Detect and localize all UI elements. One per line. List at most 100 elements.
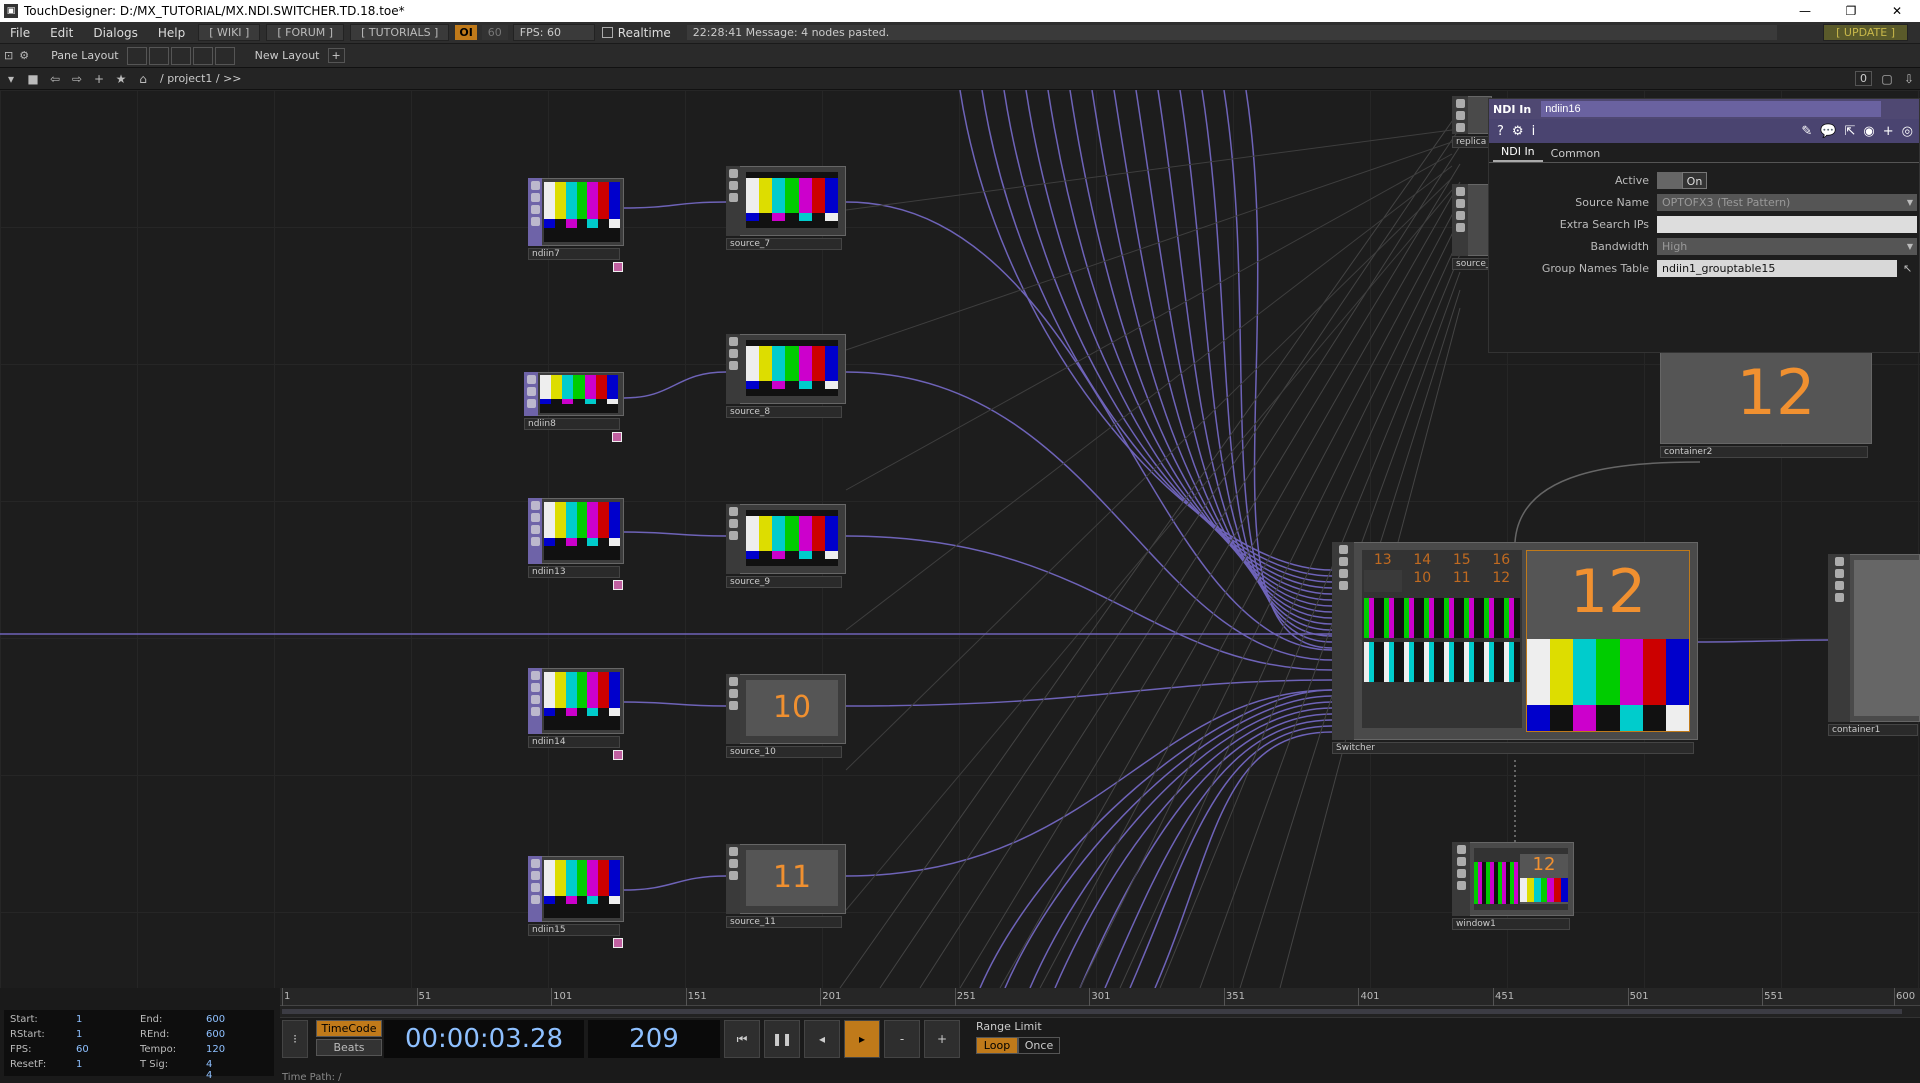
layout-split-vertical-button[interactable] (148, 46, 169, 65)
node-switcher[interactable]: 13 14 15 16 10 11 12 12 Switcher (1332, 542, 1698, 760)
pause-button[interactable]: ❚❚ (764, 1020, 800, 1058)
forward-icon[interactable]: ⇨ (68, 70, 86, 88)
node-source-7[interactable]: source_7 (726, 166, 846, 256)
node-window1[interactable]: 12 window1 (1452, 842, 1574, 932)
menu-help[interactable]: Help (148, 26, 195, 40)
menu-edit[interactable]: Edit (40, 26, 83, 40)
once-button[interactable]: Once (1018, 1037, 1060, 1054)
node-side-icons[interactable] (726, 844, 740, 914)
layout-single-button[interactable] (126, 46, 147, 65)
node-label[interactable]: ndiin7 (528, 248, 620, 260)
frame-display[interactable]: 209 (588, 1020, 720, 1058)
play-button[interactable]: ▸ (844, 1020, 880, 1058)
node-label[interactable]: Switcher (1332, 742, 1694, 754)
node-source-11[interactable]: 11 source_11 (726, 844, 846, 934)
new-layout-add-button[interactable]: + (327, 48, 345, 63)
active-toggle[interactable]: On (1657, 171, 1707, 189)
node-label[interactable]: container2 (1660, 446, 1868, 458)
node-pin-icon[interactable] (613, 580, 623, 590)
network-type-icon[interactable]: ⚙ (19, 49, 29, 62)
node-label[interactable]: ndiin8 (524, 418, 620, 430)
node-side-icons[interactable] (1452, 96, 1468, 134)
node-source-10[interactable]: 10 source_10 (726, 674, 846, 764)
tab-common[interactable]: Common (1543, 145, 1609, 162)
bandwidth-dropdown[interactable]: High (1657, 237, 1917, 255)
increase-button[interactable]: + (924, 1020, 960, 1058)
tab-ndi-in[interactable]: NDI In (1493, 143, 1543, 162)
beats-button[interactable]: Beats (316, 1039, 382, 1056)
node-pin-icon[interactable] (613, 262, 623, 272)
node-source-8[interactable]: source_8 (726, 334, 846, 424)
realtime-checkbox[interactable] (601, 27, 613, 38)
node-ndiin15[interactable]: ndiin15 (528, 856, 624, 986)
comment-icon[interactable]: 💬 (1820, 124, 1836, 139)
back-icon[interactable]: ⇦ (46, 70, 64, 88)
import-icon[interactable]: ⇩ (1900, 70, 1918, 88)
step-back-button[interactable]: ◂ (804, 1020, 840, 1058)
node-source-9[interactable]: source_9 (726, 504, 846, 594)
menu-file[interactable]: File (0, 26, 40, 40)
add-icon[interactable]: + (90, 70, 108, 88)
node-label[interactable]: source_11 (726, 916, 842, 928)
node-ndiin8[interactable]: ndiin8 (524, 372, 624, 482)
node-pin-icon[interactable] (613, 938, 623, 948)
node-side-icons[interactable] (1452, 184, 1468, 256)
parameter-dialog[interactable]: NDI In ? ⚙ i ✎ 💬 ⇱ ◉ + ◎ NDI In Common A… (1488, 98, 1920, 353)
wiki-button[interactable]: [ WIKI ] (198, 24, 261, 41)
breadcrumb[interactable]: / project1 / >> (160, 72, 242, 85)
node-side-icons[interactable] (1828, 554, 1850, 722)
node-side-icons[interactable] (524, 372, 538, 416)
timeline-ruler[interactable]: 1 51 101 151 201 251 301 351 401 451 501 551 600 (280, 988, 1920, 1006)
menu-dialogs[interactable]: Dialogs (83, 26, 147, 40)
node-label[interactable]: source_8 (726, 406, 842, 418)
oi-toggle[interactable]: OI (455, 25, 477, 40)
layout-four-button[interactable] (214, 46, 235, 65)
node-ndiin14[interactable]: ndiin14 (528, 668, 624, 798)
node-pin-icon[interactable] (613, 750, 623, 760)
group-table-field[interactable]: ndiin1_grouptable15 (1657, 259, 1897, 277)
node-label[interactable]: source_10 (726, 746, 842, 758)
bookmark-icon[interactable]: ⇱ (1845, 124, 1856, 139)
layout-three-button[interactable] (192, 46, 213, 65)
node-side-icons[interactable] (726, 504, 740, 574)
forum-button[interactable]: [ FORUM ] (266, 24, 345, 41)
node-side-icons[interactable] (528, 856, 542, 922)
maximize-pane-icon[interactable]: ▢ (1878, 70, 1896, 88)
node-side-icons[interactable] (528, 498, 542, 564)
node-source-partial[interactable]: source_ (1452, 184, 1492, 274)
op-name-input[interactable] (1541, 101, 1882, 117)
python-icon[interactable]: ⚙ (1512, 124, 1524, 139)
add-icon[interactable]: + (1883, 124, 1894, 139)
node-label[interactable]: source_9 (726, 576, 842, 588)
timecode-button[interactable]: TimeCode (316, 1020, 382, 1037)
node-label[interactable]: ndiin13 (528, 566, 620, 578)
node-replica[interactable]: replica (1452, 96, 1492, 152)
node-side-icons[interactable] (1332, 542, 1354, 740)
timeline-track[interactable] (280, 1006, 1920, 1018)
node-side-icons[interactable] (1452, 842, 1470, 916)
node-pin-icon[interactable] (612, 432, 622, 442)
node-side-icons[interactable] (528, 668, 542, 734)
node-label[interactable]: source_ (1452, 258, 1492, 270)
node-label[interactable]: ndiin15 (528, 924, 620, 936)
source-name-dropdown[interactable]: OPTOFX3 (Test Pattern) (1657, 193, 1917, 211)
timeline-menu-icon[interactable]: ⁝ (282, 1020, 308, 1058)
loop-button[interactable]: Loop (976, 1037, 1018, 1054)
node-side-icons[interactable] (528, 178, 542, 246)
node-label[interactable]: window1 (1452, 918, 1570, 930)
restore-button[interactable]: ❐ (1828, 0, 1874, 22)
node-side-icons[interactable] (726, 166, 740, 236)
dropdown-icon[interactable]: ▾ (2, 70, 20, 88)
rewind-button[interactable]: ⏮ (724, 1020, 760, 1058)
layout-split-horizontal-button[interactable] (170, 46, 191, 65)
update-button[interactable]: [ UPDATE ] (1823, 24, 1908, 41)
node-container2[interactable]: 12 container2 (1660, 352, 1872, 464)
tutorials-button[interactable]: [ TUTORIALS ] (350, 24, 450, 41)
stop-icon[interactable]: ■ (24, 70, 42, 88)
node-label[interactable]: source_7 (726, 238, 842, 250)
timecode-display[interactable]: 00:00:03.28 (384, 1020, 584, 1058)
pane-menu-icon[interactable]: ⊡ (4, 49, 13, 62)
decrease-button[interactable]: - (884, 1020, 920, 1058)
node-ndiin13[interactable]: ndiin13 (528, 498, 624, 628)
node-container1[interactable]: container1 (1828, 554, 1920, 738)
